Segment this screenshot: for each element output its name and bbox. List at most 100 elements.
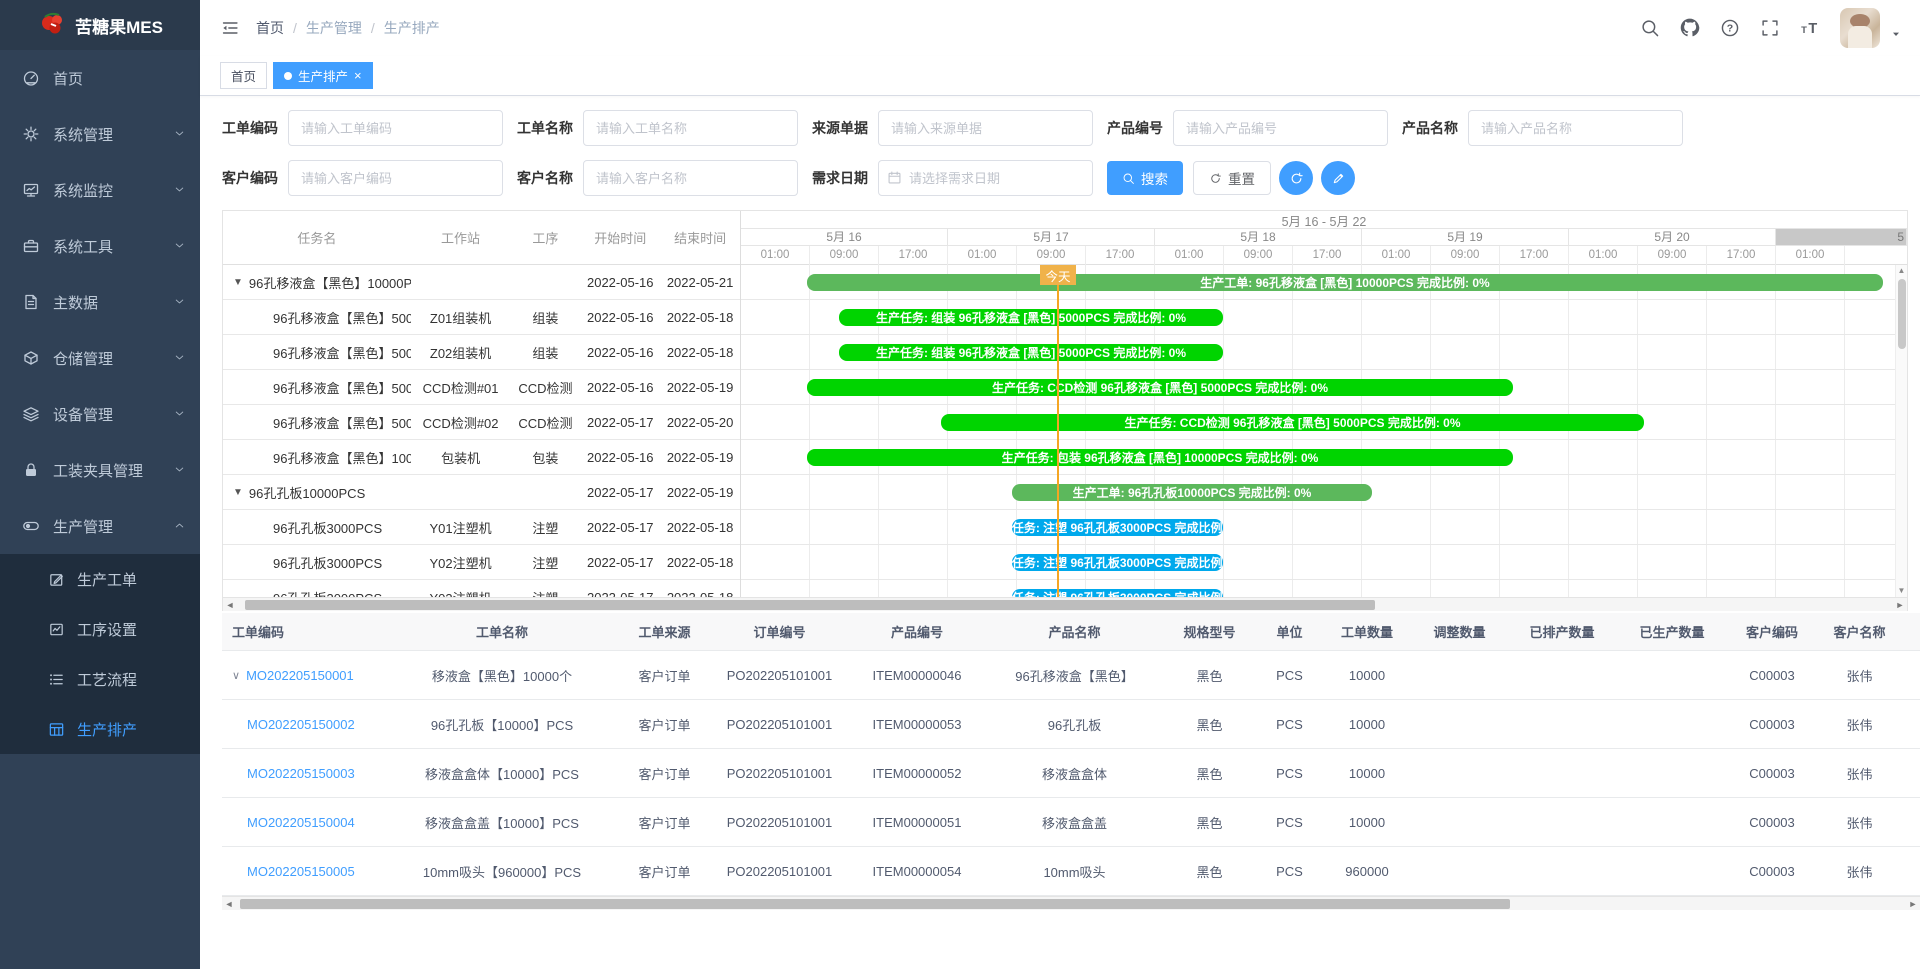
- sidebar-item-设备管理[interactable]: 设备管理: [0, 386, 200, 442]
- gantt-bar[interactable]: 生产任务: 组装 96孔移液盒 [黑色] 5000PCS 完成比例: 0%: [839, 344, 1223, 361]
- table-cell: ITEM00000053: [847, 717, 987, 732]
- work-order-link[interactable]: MO202205150002: [247, 717, 355, 732]
- gantt-bar[interactable]: 生产任务: CCD检测 96孔移液盒 [黑色] 5000PCS 完成比例: 0%: [941, 414, 1644, 431]
- 客户名称-input[interactable]: [583, 160, 798, 196]
- gantt-task-cell: 2022-05-20: [660, 415, 740, 430]
- work-order-link[interactable]: MO202205150001: [246, 668, 354, 683]
- sidebar-item-生产管理[interactable]: 生产管理: [0, 498, 200, 554]
- scroll-left-arrow[interactable]: ◄: [223, 600, 237, 610]
- gantt-hour-cell: 01:00: [741, 246, 810, 265]
- edit-schedule-button[interactable]: [1321, 161, 1355, 195]
- reset-button[interactable]: 重置: [1193, 161, 1271, 195]
- sidebar-item-生产工单[interactable]: 生产工单: [0, 554, 200, 604]
- sidebar-item-工艺流程[interactable]: 工艺流程: [0, 654, 200, 704]
- table-row[interactable]: MO20220515000296孔孔板【10000】PCS客户订单PO20220…: [222, 700, 1920, 749]
- gantt-horizontal-scrollbar[interactable]: ◄►: [223, 597, 1907, 611]
- gantt-task-row[interactable]: 96孔孔板3000PCSY03注塑机注塑2022-05-172022-05-18: [223, 580, 740, 597]
- close-icon[interactable]: ×: [354, 69, 362, 82]
- 产品编号-input[interactable]: [1173, 110, 1388, 146]
- gantt-bar[interactable]: 生产任务: 注塑 96孔孔板3000PCS 完成比例: 0%: [1012, 519, 1223, 536]
- table-cell: 10000: [1322, 668, 1412, 683]
- gantt-bar[interactable]: 生产任务: 注塑 96孔孔板3000PCS 完成比例: 0%: [1012, 554, 1223, 571]
- tab-首页[interactable]: 首页: [220, 62, 267, 89]
- table-row[interactable]: ∨MO202205150001移液盒【黑色】10000个客户订单PO202205…: [222, 651, 1920, 700]
- gantt-bar[interactable]: 生产工单: 96孔孔板10000PCS 完成比例: 0%: [1012, 484, 1372, 501]
- filter-field-产品编号: 产品编号: [1107, 110, 1402, 146]
- gantt-bar[interactable]: 生产任务: 组装 96孔移液盒 [黑色] 5000PCS 完成比例: 0%: [839, 309, 1223, 326]
- table-horizontal-scrollbar[interactable]: ◄►: [222, 896, 1920, 910]
- gantt-bar[interactable]: 生产任务: CCD检测 96孔移液盒 [黑色] 5000PCS 完成比例: 0%: [807, 379, 1513, 396]
- gantt-bar[interactable]: 生产任务: 注塑 96孔孔板3000PCS 完成比例: 0%: [1012, 589, 1223, 597]
- gantt-task-row[interactable]: 96孔移液盒【黑色】10000PCS包装机包装2022-05-162022-05…: [223, 440, 740, 475]
- gantt-task-row[interactable]: 96孔移液盒【黑色】5000PCSZ01组装机组装2022-05-162022-…: [223, 300, 740, 335]
- breadcrumb-item[interactable]: 生产排产: [384, 18, 440, 38]
- 需求日期-input[interactable]: [878, 160, 1093, 196]
- gantt-task-cell: CCD检测#01: [411, 378, 511, 397]
- gantt-task-row[interactable]: 96孔移液盒【黑色】5000PCSCCD检测#01CCD检测2022-05-16…: [223, 370, 740, 405]
- search-icon[interactable]: [1640, 18, 1660, 38]
- expand-caret-icon[interactable]: ∨: [232, 669, 240, 682]
- column-header: 产品编号: [847, 622, 987, 641]
- scrollbar-thumb[interactable]: [245, 600, 1375, 610]
- hamburger-icon[interactable]: [220, 18, 240, 38]
- fullscreen-icon[interactable]: [1760, 18, 1780, 38]
- gantt-task-row[interactable]: 96孔孔板3000PCSY01注塑机注塑2022-05-172022-05-18: [223, 510, 740, 545]
- gantt-task-cell: 注塑: [510, 553, 580, 572]
- github-icon[interactable]: [1680, 18, 1700, 38]
- flow-icon: [48, 671, 65, 688]
- sidebar-item-系统监控[interactable]: 系统监控: [0, 162, 200, 218]
- work-order-link[interactable]: MO202205150005: [247, 864, 355, 879]
- work-order-link[interactable]: MO202205150004: [247, 815, 355, 830]
- table-row[interactable]: MO20220515000510mm吸头【960000】PCS客户订单PO202…: [222, 847, 1920, 896]
- sidebar-item-主数据[interactable]: 主数据: [0, 274, 200, 330]
- avatar[interactable]: [1840, 8, 1880, 48]
- breadcrumb-item[interactable]: 生产管理: [306, 18, 362, 38]
- scroll-up-arrow[interactable]: ▲: [1896, 265, 1907, 277]
- sidebar-item-首页[interactable]: 首页: [0, 50, 200, 106]
- sidebar-item-仓储管理[interactable]: 仓储管理: [0, 330, 200, 386]
- gantt-task-cell: 2022-05-21: [660, 275, 740, 290]
- sidebar-item-工装夹具管理[interactable]: 工装夹具管理: [0, 442, 200, 498]
- table-cell: 2022: [1902, 815, 1920, 830]
- tab-生产排产[interactable]: 生产排产×: [273, 62, 373, 89]
- 来源单据-input[interactable]: [878, 110, 1093, 146]
- 工单编码-input[interactable]: [288, 110, 503, 146]
- table-cell: 客户订单: [617, 715, 712, 734]
- scroll-down-arrow[interactable]: ▼: [1896, 585, 1907, 597]
- scroll-right-arrow[interactable]: ►: [1906, 899, 1920, 909]
- table-row[interactable]: MO202205150003移液盒盒体【10000】PCS客户订单PO20220…: [222, 749, 1920, 798]
- table-row[interactable]: MO202205150004移液盒盒盖【10000】PCS客户订单PO20220…: [222, 798, 1920, 847]
- 产品名称-input[interactable]: [1468, 110, 1683, 146]
- gantt-task-row[interactable]: ▼96孔移液盒【黑色】10000PCS2022-05-162022-05-21: [223, 265, 740, 300]
- scrollbar-thumb[interactable]: [240, 899, 1510, 909]
- sidebar-item-生产排产[interactable]: 生产排产: [0, 704, 200, 754]
- gantt-vertical-scrollbar[interactable]: ▲▼: [1895, 265, 1907, 597]
- gantt-task-row[interactable]: 96孔移液盒【黑色】5000PCSZ02组装机组装2022-05-162022-…: [223, 335, 740, 370]
- tree-collapse-icon[interactable]: ▼: [233, 487, 243, 498]
- gantt-task-row[interactable]: 96孔孔板3000PCSY02注塑机注塑2022-05-172022-05-18: [223, 545, 740, 580]
- sidebar-item-系统管理[interactable]: 系统管理: [0, 106, 200, 162]
- gantt-task-row[interactable]: 96孔移液盒【黑色】5000PCSCCD检测#02CCD检测2022-05-17…: [223, 405, 740, 440]
- gantt-bar[interactable]: 生产工单: 96孔移液盒 [黑色] 10000PCS 完成比例: 0%: [807, 274, 1883, 291]
- lock-icon: [22, 461, 40, 479]
- 客户编码-input[interactable]: [288, 160, 503, 196]
- sidebar-item-工序设置[interactable]: 工序设置: [0, 604, 200, 654]
- refresh-schedule-button[interactable]: [1279, 161, 1313, 195]
- 工单名称-input[interactable]: [583, 110, 798, 146]
- search-button[interactable]: 搜索: [1107, 161, 1183, 195]
- scrollbar-track[interactable]: [236, 898, 1906, 910]
- work-order-link[interactable]: MO202205150003: [247, 766, 355, 781]
- sidebar-item-系统工具[interactable]: 系统工具: [0, 218, 200, 274]
- scroll-left-arrow[interactable]: ◄: [222, 899, 236, 909]
- gantt-task-row[interactable]: ▼96孔孔板10000PCS2022-05-172022-05-19: [223, 475, 740, 510]
- gantt-task-cell: Z01组装机: [411, 308, 511, 327]
- tree-collapse-icon[interactable]: ▼: [233, 277, 243, 288]
- gantt-bar[interactable]: 生产任务: 包装 96孔移液盒 [黑色] 10000PCS 完成比例: 0%: [807, 449, 1513, 466]
- font-size-icon[interactable]: TT: [1800, 18, 1820, 38]
- help-icon[interactable]: ?: [1720, 18, 1740, 38]
- scrollbar-thumb[interactable]: [1898, 279, 1906, 349]
- scrollbar-track[interactable]: [237, 599, 1893, 611]
- caret-down-icon[interactable]: [1890, 28, 1902, 40]
- scroll-right-arrow[interactable]: ►: [1893, 600, 1907, 610]
- table-cell: 张伟: [1817, 813, 1902, 832]
